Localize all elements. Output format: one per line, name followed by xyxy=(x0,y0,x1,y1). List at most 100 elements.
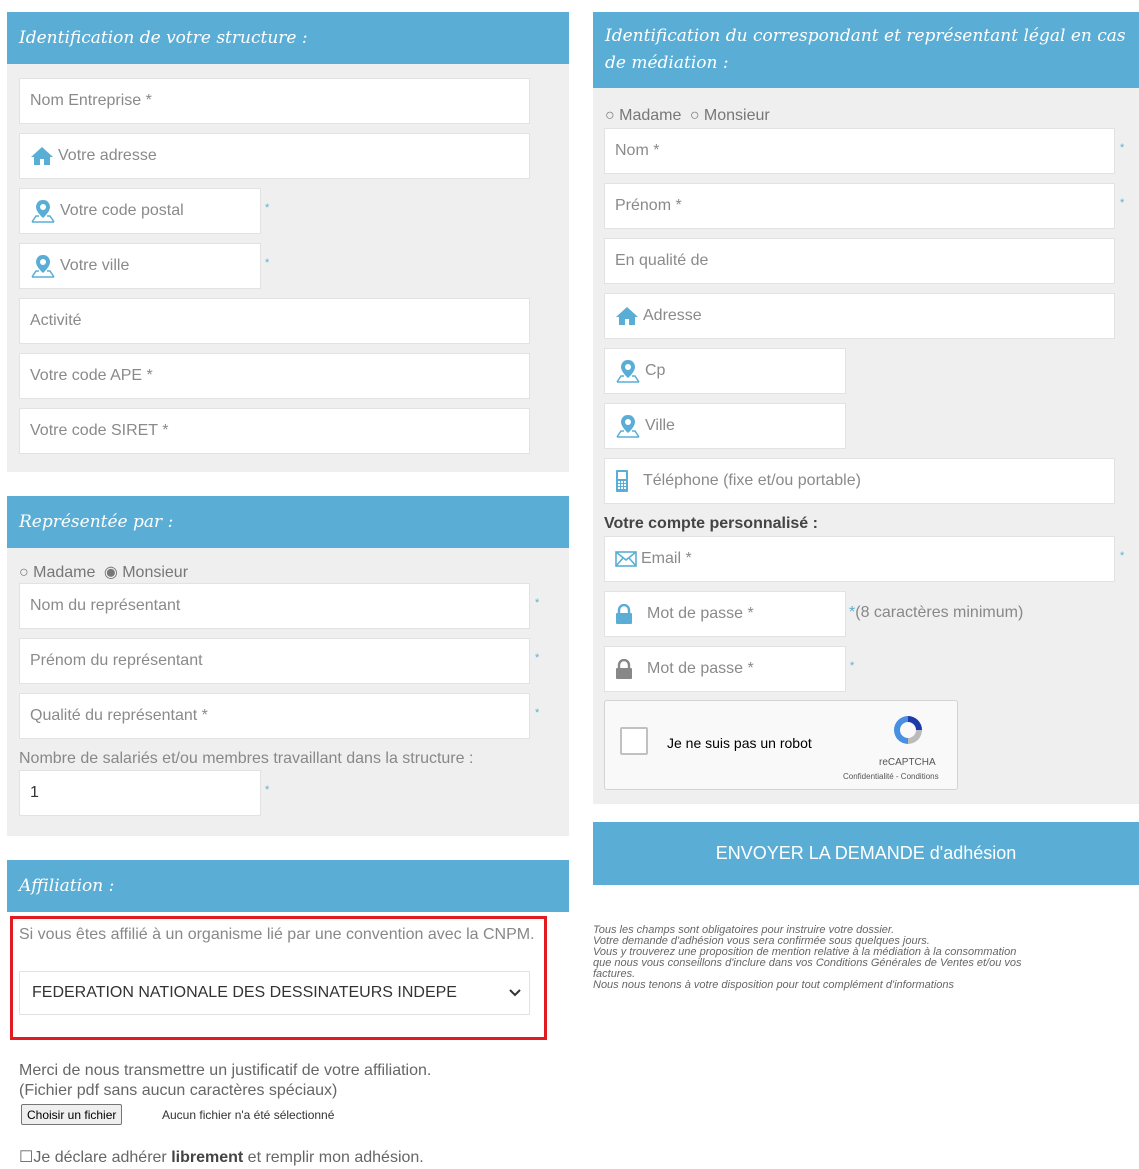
submit-membership-button[interactable]: ENVOYER LA DEMANDE d'adhésion xyxy=(593,822,1139,885)
password-placeholder: Mot de passe * xyxy=(647,605,754,622)
location-pin-icon xyxy=(30,254,56,278)
notes-block: Tous les champs sont obligatoires pour i… xyxy=(593,925,1139,991)
note-line: Nous nous tenons à votre disposition pou… xyxy=(593,979,955,991)
location-pin-icon xyxy=(30,199,56,223)
radio-madame-label: Madame xyxy=(619,107,682,124)
correspondant-city-input[interactable]: Ville xyxy=(604,403,846,449)
affiliation-select[interactable]: FEDERATION NATIONALE DES DESSINATEURS IN… xyxy=(19,971,530,1015)
representative-lastname-input[interactable]: Nom du représentant xyxy=(19,583,530,629)
envelope-icon xyxy=(615,551,637,567)
recaptcha-links[interactable]: Confidentialité - Conditions xyxy=(843,772,939,781)
required-mark: * xyxy=(1120,197,1125,209)
required-mark: * xyxy=(265,257,270,269)
required-mark: * xyxy=(265,784,270,796)
lock-icon xyxy=(615,604,633,624)
representative-lastname-placeholder: Nom du représentant xyxy=(30,597,181,614)
correspondant-address-placeholder: Adresse xyxy=(643,307,702,324)
radio-monsieur[interactable]: ○ Monsieur xyxy=(690,107,770,124)
representative-quality-input[interactable]: Qualité du représentant * xyxy=(19,693,530,739)
siret-code-placeholder: Votre code SIRET * xyxy=(30,422,169,439)
account-section-title: Votre compte personnalisé : xyxy=(604,515,818,532)
declaration-checkbox[interactable]: ☐Je déclare adhérer librement et remplir… xyxy=(19,1147,424,1167)
checkbox-icon: ☐ xyxy=(19,1149,34,1166)
required-mark: * xyxy=(535,597,540,609)
required-mark: * xyxy=(850,660,855,672)
chevron-down-icon xyxy=(509,984,521,1002)
representative-firstname-input[interactable]: Prénom du représentant xyxy=(19,638,530,684)
postal-code-input[interactable]: Votre code postal xyxy=(19,188,261,234)
radio-madame[interactable]: ○ Madame xyxy=(605,107,681,124)
address-placeholder: Votre adresse xyxy=(58,147,157,164)
correspondant-city-placeholder: Ville xyxy=(645,417,675,434)
representative-firstname-placeholder: Prénom du représentant xyxy=(30,652,203,669)
radio-madame-label: Madame xyxy=(33,564,96,581)
correspondant-address-input[interactable]: Adresse xyxy=(604,293,1115,339)
siret-code-input[interactable]: Votre code SIRET * xyxy=(19,408,530,454)
activity-input[interactable]: Activité xyxy=(19,298,530,344)
recaptcha-widget: Je ne suis pas un robot reCAPTCHA Confid… xyxy=(604,700,958,790)
phone-icon xyxy=(615,469,629,493)
affiliation-selected-value: FEDERATION NATIONALE DES DESSINATEURS IN… xyxy=(32,984,457,1001)
radio-monsieur-label: Monsieur xyxy=(703,107,770,124)
correspondant-phone-placeholder: Téléphone (fixe et/ou portable) xyxy=(643,472,861,489)
required-mark: * xyxy=(1120,142,1125,154)
affiliation-question: Si vous êtes affilié à un organisme lié … xyxy=(19,926,535,943)
recaptcha-checkbox[interactable] xyxy=(620,727,648,755)
representative-quality-placeholder: Qualité du représentant * xyxy=(30,707,208,724)
justificatif-line2: (Fichier pdf sans aucun caractères spéci… xyxy=(19,1082,338,1099)
password-confirm-placeholder: Mot de passe * xyxy=(647,660,754,677)
required-mark: * xyxy=(535,652,540,664)
ape-code-input[interactable]: Votre code APE * xyxy=(19,353,530,399)
company-name-input[interactable]: Nom Entreprise * xyxy=(19,78,530,124)
declaration-pre: Je déclare adhérer xyxy=(33,1149,172,1166)
activity-placeholder: Activité xyxy=(30,312,82,329)
correspondant-quality-input[interactable]: En qualité de xyxy=(604,238,1115,284)
structure-panel: Identification de votre structure : Nom … xyxy=(7,12,569,472)
email-placeholder: Email * xyxy=(641,550,692,567)
postal-code-placeholder: Votre code postal xyxy=(60,202,184,219)
correspondant-cp-placeholder: Cp xyxy=(645,362,666,379)
correspondant-civility-radios: ○ Madame ○ Monsieur xyxy=(605,107,770,125)
affiliation-title: Affiliation : xyxy=(7,860,569,912)
address-input[interactable]: Votre adresse xyxy=(19,133,530,179)
file-status: Aucun fichier n'a été sélectionné xyxy=(162,1108,335,1122)
correspondant-phone-input[interactable]: Téléphone (fixe et/ou portable) xyxy=(604,458,1115,504)
employee-count-input[interactable]: 1 xyxy=(19,770,261,816)
justificatif-line1: Merci de nous transmettre un justificati… xyxy=(19,1062,432,1079)
correspondant-firstname-input[interactable]: Prénom * xyxy=(604,183,1115,229)
representee-panel: Représentée par : ○ Madame ◉ Monsieur No… xyxy=(7,496,569,836)
city-input[interactable]: Votre ville xyxy=(19,243,261,289)
note-line: que nous vous conseillons d'inclure dans… xyxy=(593,957,1022,969)
employee-count-label: Nombre de salariés et/ou membres travail… xyxy=(19,750,474,767)
radio-monsieur-label: Monsieur xyxy=(122,564,189,581)
password-hint: *(8 caractères minimum) xyxy=(849,604,1023,622)
declaration-bold: librement xyxy=(171,1149,244,1166)
radio-monsieur[interactable]: ◉ Monsieur xyxy=(104,564,188,581)
password-confirm-input[interactable]: Mot de passe * xyxy=(604,646,846,692)
location-pin-icon xyxy=(615,414,641,438)
company-name-placeholder: Nom Entreprise * xyxy=(30,92,152,109)
recaptcha-brand: reCAPTCHA xyxy=(879,757,936,768)
ape-code-placeholder: Votre code APE * xyxy=(30,367,153,384)
correspondant-panel: Identification du correspondant et repré… xyxy=(593,12,1139,804)
representative-civility-radios: ○ Madame ◉ Monsieur xyxy=(19,562,188,582)
correspondant-cp-input[interactable]: Cp xyxy=(604,348,846,394)
recaptcha-logo-icon xyxy=(891,713,925,752)
email-input[interactable]: Email * xyxy=(604,536,1115,582)
declaration-post: et remplir mon adhésion. xyxy=(243,1149,424,1166)
location-pin-icon xyxy=(615,359,641,383)
correspondant-lastname-input[interactable]: Nom * xyxy=(604,128,1115,174)
home-icon xyxy=(615,306,639,326)
correspondant-lastname-placeholder: Nom * xyxy=(615,142,660,159)
choose-file-button[interactable]: Choisir un fichier xyxy=(21,1104,123,1125)
city-placeholder: Votre ville xyxy=(60,257,130,274)
correspondant-quality-placeholder: En qualité de xyxy=(615,252,709,269)
password-input[interactable]: Mot de passe * xyxy=(604,591,846,637)
representee-title: Représentée par : xyxy=(7,496,569,548)
correspondant-title: Identification du correspondant et repré… xyxy=(593,12,1139,88)
radio-madame[interactable]: ○ Madame xyxy=(19,564,95,581)
employee-count-value: 1 xyxy=(30,784,39,801)
lock-icon xyxy=(615,659,633,679)
password-hint-text: (8 caractères minimum) xyxy=(855,604,1024,621)
home-icon xyxy=(30,146,54,166)
